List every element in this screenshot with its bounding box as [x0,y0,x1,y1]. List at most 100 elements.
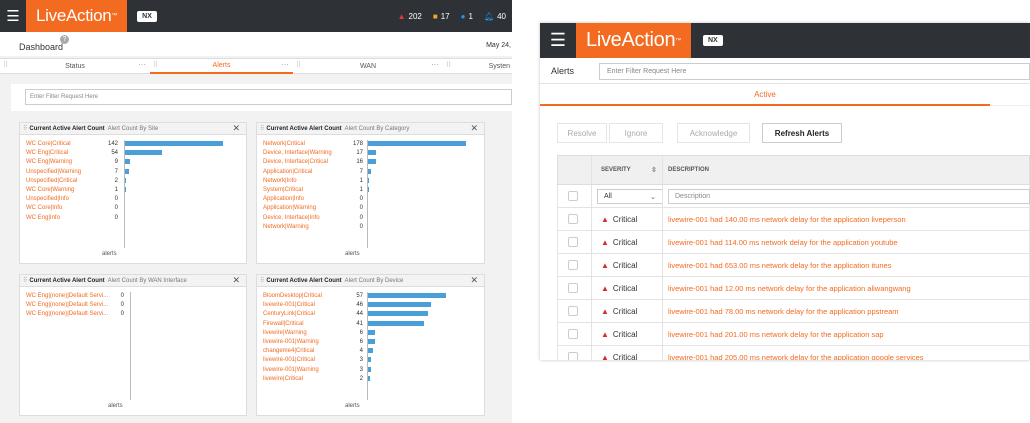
drag-handle-icon[interactable]: ⠿ [23,125,27,132]
more-icon[interactable]: ··· [431,60,439,69]
chart-bar[interactable] [367,302,431,308]
chart-row-label[interactable]: Unspecified|Critical [26,177,96,185]
table-row[interactable]: ▲ Critical livewire-001 had 201.00 ms net… [557,323,1030,346]
tab-wan[interactable]: ⠿ WAN ··· [293,59,443,74]
panel-header[interactable]: ⠿ Current Active Alert Count Alert Count… [20,123,246,135]
chart-row-label[interactable]: Network|Info [263,177,337,185]
hamburger-icon[interactable]: ☰ [0,7,26,25]
refresh-alerts-button[interactable]: Refresh Alerts [762,123,842,143]
tab-active[interactable]: Active [540,84,990,106]
more-icon[interactable]: ··· [138,60,146,69]
chart-row-label[interactable]: Application|Critical [263,168,337,176]
description-cell[interactable]: livewire-001 had 653.00 ms network delay… [668,261,891,270]
severity-filter-select[interactable]: All ⌄ [597,189,663,204]
chart-row-label[interactable]: BloomDesktop|Critical [263,292,341,300]
description-cell[interactable]: livewire-001 had 114.00 ms network delay… [668,238,898,247]
table-row[interactable]: ▲ Critical livewire-001 had 114.00 ms net… [557,231,1030,254]
select-all-checkbox[interactable] [568,191,578,201]
chart-row-label[interactable]: Device, Interface|Info [263,214,337,222]
row-checkbox[interactable] [568,352,578,360]
chart-row-label[interactable]: livewire-001|Critical [263,356,341,364]
chart-row-label[interactable]: WC Eng|Warning [26,158,96,166]
resolve-button[interactable]: Resolve [557,123,607,143]
chart-row-label[interactable]: System|Critical [263,186,337,194]
drag-handle-icon[interactable]: ⠿ [296,61,301,69]
drag-handle-icon[interactable]: ⠿ [260,277,264,284]
chart-row-label[interactable]: Device, Interface|Warning [263,149,337,157]
row-checkbox[interactable] [568,329,578,339]
chart-row-label[interactable]: WC Core|Warning [26,186,96,194]
chart-row-label[interactable]: livewire-001|Warning [263,338,341,346]
chart-bar[interactable] [367,311,428,317]
hamburger-icon[interactable]: ☰ [540,30,576,51]
chart-row-label[interactable]: WC Eng|Info [26,214,96,222]
row-checkbox[interactable] [568,306,578,316]
drag-handle-icon[interactable]: ⠿ [23,277,27,284]
description-cell[interactable]: livewire-001 had 201.00 ms network delay… [668,330,884,339]
chart-bar[interactable] [124,150,162,156]
chart-row-label[interactable]: Unspecified|Warning [26,168,96,176]
chart-bar[interactable] [367,141,466,146]
row-checkbox[interactable] [568,214,578,224]
description-column-header[interactable]: DESCRIPTION [668,167,709,173]
chart-bar[interactable] [367,150,376,156]
chart-row-label[interactable]: Device, Interface|Critical [263,158,337,166]
chart-bar[interactable] [124,141,223,146]
more-icon[interactable]: ··· [281,60,289,69]
chart-row-label[interactable]: CenturyLink|Critical [263,310,341,318]
table-row[interactable]: ▲ Critical livewire-001 had 140.00 ms net… [557,208,1030,231]
sort-icon[interactable]: ⇳ [651,166,657,174]
panel-header[interactable]: ⠿ Current Active Alert Count Alert Count… [257,275,484,287]
chart-row-label[interactable]: Application|Info [263,195,337,203]
description-cell[interactable]: livewire-001 had 78.00 ms network delay … [668,307,899,316]
chart-bar[interactable] [367,293,446,298]
drag-handle-icon[interactable]: ⠿ [260,125,264,132]
row-checkbox[interactable] [568,283,578,293]
tab-alerts[interactable]: ⠿ Alerts ··· [150,59,293,74]
chart-row-label[interactable]: Unspecified|Info [26,195,96,203]
close-icon[interactable]: ✕ [232,123,240,134]
info-stat[interactable]: ● 1 [461,12,473,21]
drag-handle-icon[interactable]: ⠿ [446,61,451,69]
brand-logo[interactable]: LiveAction ™ [26,0,128,32]
filter-input[interactable]: Enter Filter Request Here [25,89,512,105]
brand-logo[interactable]: LiveAction ™ [576,23,691,58]
chart-bar[interactable] [367,320,424,326]
panel-header[interactable]: ⠿ Current Active Alert Count Alert Count… [257,123,484,135]
chart-row-label[interactable]: livewire-001|Critical [263,301,341,309]
chart-row-label[interactable]: WC Core|Info [26,204,96,212]
chart-bar[interactable] [367,329,375,335]
table-row[interactable]: ▲ Critical livewire-001 had 12.00 ms netw… [557,277,1030,300]
drag-handle-icon[interactable]: ⠿ [153,61,158,69]
table-row[interactable]: ▲ Critical livewire-001 had 653.00 ms net… [557,254,1030,277]
chart-row-label[interactable]: changeme4|Critical [263,347,341,355]
close-icon[interactable]: ✕ [470,123,478,134]
description-cell[interactable]: livewire-001 had 140.00 ms network delay… [668,215,906,224]
critical-stat[interactable]: ▲ 202 [398,12,422,21]
notification-stat[interactable]: 🔔︎ 40 [484,12,506,21]
tab-other[interactable] [991,84,1030,106]
chart-row-label[interactable]: Firewall|Critical [263,320,341,328]
row-checkbox[interactable] [568,260,578,270]
description-filter-input[interactable]: Description [668,189,1030,204]
chart-row-label[interactable]: livewire-001|Warning [263,366,341,374]
help-icon[interactable]: ? [60,35,69,44]
chart-row-label[interactable]: livewire|Warning [263,329,341,337]
row-checkbox[interactable] [568,237,578,247]
table-row[interactable]: ▲ Critical livewire-001 had 205.00 ms net… [557,346,1030,360]
chart-row-label[interactable]: Application|Warning [263,204,337,212]
chart-row-label[interactable]: WC Eng|Critical [26,149,96,157]
ignore-button[interactable]: Ignore [609,123,663,143]
close-icon[interactable]: ✕ [470,275,478,286]
chart-bar[interactable] [367,159,376,165]
description-cell[interactable]: livewire-001 had 205.00 ms network delay… [668,353,924,360]
warning-stat[interactable]: ■ 17 [433,12,450,21]
description-cell[interactable]: livewire-001 had 12.00 ms network delay … [668,284,911,293]
drag-handle-icon[interactable]: ⠿ [3,61,8,69]
table-row[interactable]: ▲ Critical livewire-001 had 78.00 ms netw… [557,300,1030,323]
filter-input[interactable]: Enter Filter Request Here [599,63,1030,80]
chart-row-label[interactable]: livewire|Critical [263,375,341,383]
tab-status[interactable]: ⠿ Status ··· [0,59,150,74]
acknowledge-button[interactable]: Acknowledge [677,123,750,143]
severity-column-header[interactable]: SEVERITY [601,167,631,173]
